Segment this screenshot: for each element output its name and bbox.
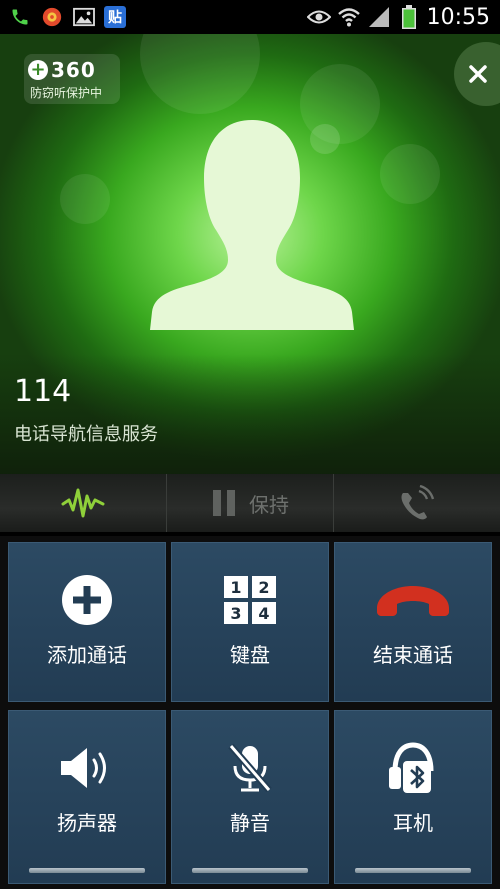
keypad-digit: 2 <box>252 576 276 598</box>
speaker-indicator-bar <box>29 868 145 873</box>
close-icon <box>469 65 487 83</box>
voice-effect-button[interactable] <box>0 474 166 532</box>
close-button[interactable] <box>454 42 500 106</box>
end-call-button[interactable]: 结束通话 <box>334 542 492 702</box>
pause-icon <box>213 490 235 516</box>
call-control-strip: 保持 <box>0 474 500 532</box>
sound-wave-icon <box>61 488 105 518</box>
eye-icon <box>306 5 331 29</box>
headset-label: 耳机 <box>393 811 433 835</box>
gallery-icon <box>72 5 96 29</box>
keypad-digit: 3 <box>224 602 248 624</box>
status-bar: 贴 10:55 <box>0 0 500 34</box>
bluetooth-headset-icon <box>389 742 434 793</box>
mute-button[interactable]: 静音 <box>171 710 329 884</box>
signal-icon <box>367 5 391 29</box>
caller-number: 114 <box>14 374 72 409</box>
add-call-label: 添加通话 <box>47 643 127 667</box>
wifi-icon <box>337 5 361 29</box>
badge-subtitle: 防窃听保护中 <box>30 86 103 100</box>
hold-button[interactable]: 保持 <box>166 474 333 532</box>
keypad-digit: 4 <box>252 602 276 624</box>
badge-brand: 360 <box>51 58 96 82</box>
hold-label: 保持 <box>249 492 289 517</box>
phone-call-icon <box>8 5 32 29</box>
mute-indicator-bar <box>192 868 308 873</box>
keypad-digit: 1 <box>224 576 248 598</box>
mute-mic-icon <box>228 743 272 793</box>
speaker-label: 扬声器 <box>57 811 117 835</box>
headset-button[interactable]: 耳机 <box>334 710 492 884</box>
call-transfer-button[interactable] <box>333 474 500 532</box>
caller-name: 电话导航信息服务 <box>14 424 158 445</box>
call-actions-grid: 添加通话 1 2 3 4 键盘 结束通话 扬声器 静音 耳机 <box>0 536 500 889</box>
keypad-icon: 1 2 3 4 <box>224 576 276 624</box>
speaker-button[interactable]: 扬声器 <box>8 710 166 884</box>
sticky-note-app-icon: 贴 <box>104 6 126 28</box>
mute-label: 静音 <box>230 811 270 835</box>
headset-indicator-bar <box>355 868 471 873</box>
contact-avatar-icon <box>150 120 354 330</box>
add-circle-icon <box>62 575 112 625</box>
caller-info-panel: + 360 防窃听保护中 114 电话导航信息服务 <box>0 34 500 474</box>
battery-icon <box>397 5 421 29</box>
phone-wave-icon <box>401 485 435 520</box>
add-call-button[interactable]: 添加通话 <box>8 542 166 702</box>
end-call-label: 结束通话 <box>373 643 453 667</box>
privacy-protection-badge[interactable]: + 360 防窃听保护中 <box>24 54 120 104</box>
app-notification-icon <box>40 5 64 29</box>
speaker-icon <box>61 748 106 788</box>
clock: 10:55 <box>426 4 490 30</box>
keypad-button[interactable]: 1 2 3 4 键盘 <box>171 542 329 702</box>
360-logo-icon: + <box>28 60 48 80</box>
end-call-icon <box>377 586 449 616</box>
keypad-label: 键盘 <box>230 643 270 667</box>
